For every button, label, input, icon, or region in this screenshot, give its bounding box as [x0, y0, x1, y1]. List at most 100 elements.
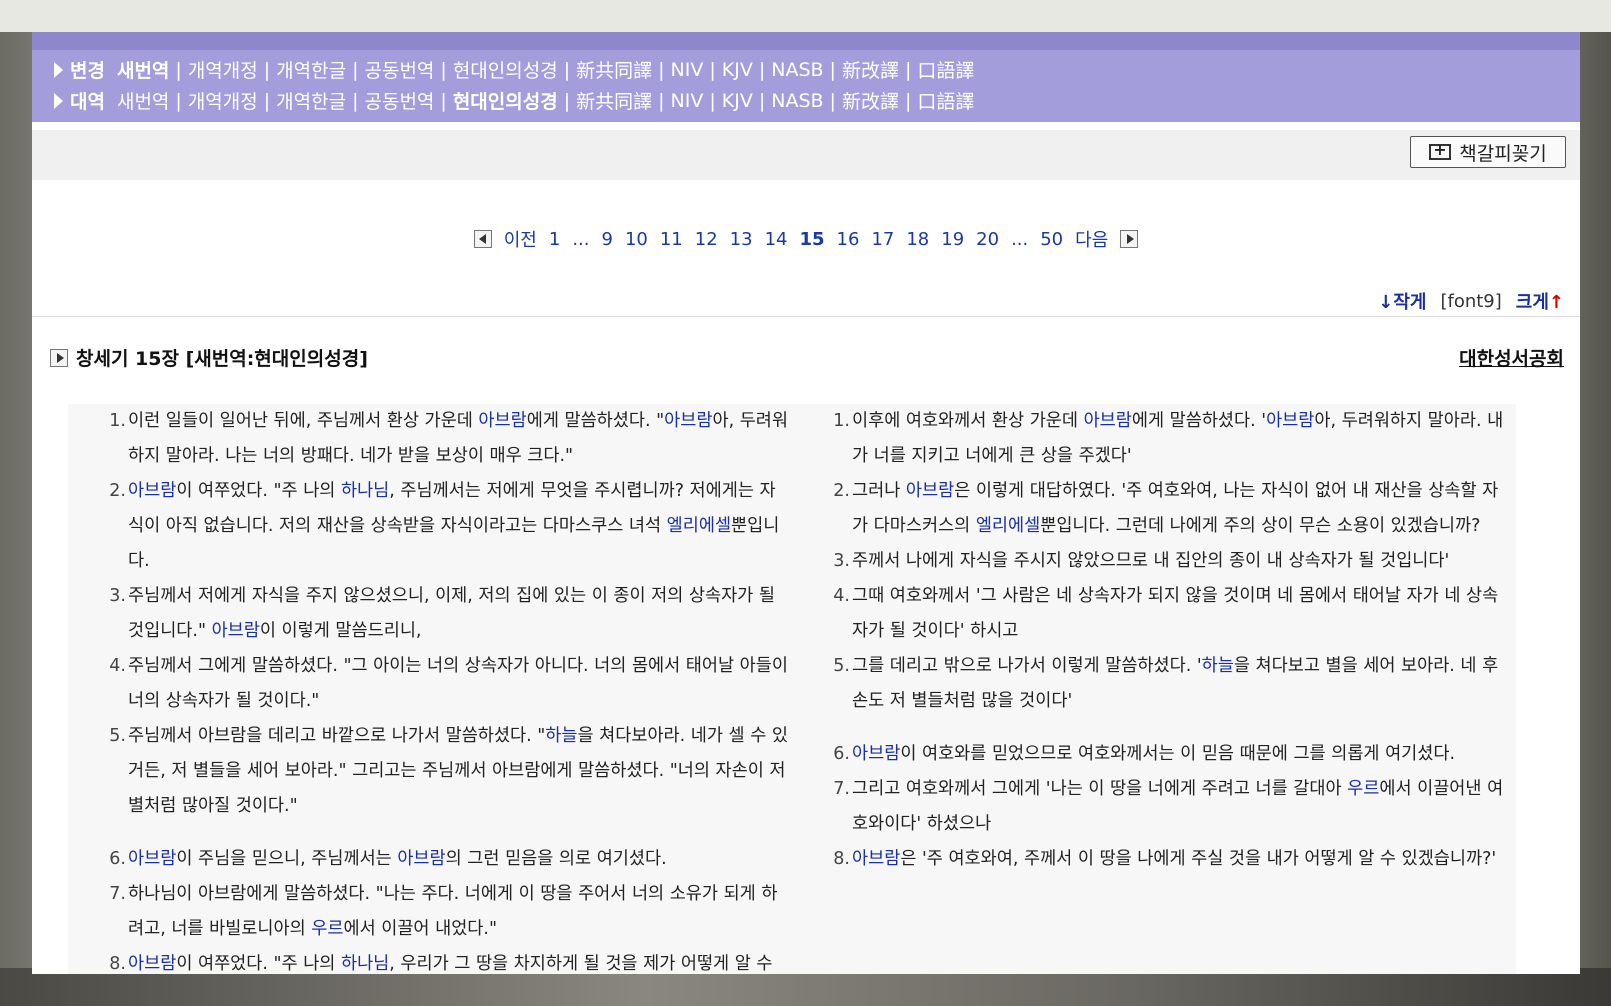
verse-text: 주님께서 그에게 말씀하셨다. "그 아이는 너의 상속자가 아니다. 너의 몸…: [126, 649, 792, 719]
name-link[interactable]: 하늘: [545, 726, 577, 746]
name-link[interactable]: 아브람: [664, 411, 712, 431]
nav-separator: |: [658, 58, 665, 81]
version-link[interactable]: NIV: [671, 59, 704, 81]
verse-text-segment: , 우리가 그 땅을 차지하게 될 것을 제가 어떻게 알 수: [389, 954, 773, 974]
version-link[interactable]: NASB: [771, 90, 823, 112]
page-link[interactable]: 12: [695, 229, 718, 250]
version-link[interactable]: 개역개정: [188, 87, 258, 114]
version-link[interactable]: 新改譯: [842, 87, 899, 114]
version-link[interactable]: 개역개정: [188, 56, 258, 83]
nav-separator: |: [263, 58, 271, 81]
verse: 7. 그리고 여호와께서 그에게 '나는 이 땅을 너에게 주려고 너를 갈대아 …: [828, 772, 1516, 842]
verse-text-segment: 이 여쭈었다. "주 나의: [176, 954, 341, 974]
font-larger-link[interactable]: 크게↑: [1516, 288, 1564, 314]
bible-page: 변경 새번역 | 개역개정 | 개역한글 | 공동번역 | 현대인의성경 | 新共同譯 | NIV | KJ…: [32, 32, 1580, 974]
name-link[interactable]: 우르: [1347, 779, 1379, 799]
verse-text: 그를 데리고 밖으로 나가서 이렇게 말씀하셨다. '하늘을 쳐다보고 별을 세…: [850, 649, 1516, 719]
verse-number: 5.: [833, 656, 850, 676]
version-link[interactable]: 개역한글: [276, 87, 346, 114]
next-link[interactable]: 다음: [1075, 226, 1108, 252]
version-link[interactable]: KJV: [722, 59, 753, 81]
name-link[interactable]: 아브람: [1084, 411, 1132, 431]
name-link[interactable]: 아브람: [212, 621, 260, 641]
nav-separator: |: [658, 89, 665, 112]
version-link[interactable]: NIV: [671, 90, 704, 112]
name-link[interactable]: 아브람: [1266, 411, 1314, 431]
verse: 4. 주님께서 그에게 말씀하셨다. "그 아이는 너의 상속자가 아니다. 너의…: [104, 649, 792, 719]
page-link[interactable]: 11: [660, 229, 683, 250]
version-link[interactable]: 새번역: [117, 56, 169, 83]
font-smaller-label: 작게: [1393, 292, 1427, 313]
name-link[interactable]: 아브람: [852, 744, 900, 764]
verse-text-segment: 주님께서 아브람을 데리고 바깥으로 나가서 말씀하셨다. ": [128, 726, 546, 746]
font-smaller-link[interactable]: ↓작게: [1378, 288, 1426, 314]
nav-separator: |: [440, 89, 447, 112]
page-link[interactable]: 16: [837, 229, 860, 250]
verse: 8. 아브람이 여쭈었다. "주 나의 하나님, 우리가 그 땅을 차지하게 될 …: [104, 947, 792, 974]
next-arrow-icon[interactable]: [1120, 230, 1139, 248]
page-link[interactable]: 9: [601, 229, 612, 250]
verse: 8. 아브람은 '주 여호와여, 주께서 이 땅을 나에게 주실 것을 내가 어떻…: [828, 842, 1516, 877]
verse-text: 아브람이 여쭈었다. "주 나의 하나님, 주님께서는 저에게 무엇을 주시렵니…: [126, 474, 792, 579]
version-link[interactable]: 공동번역: [364, 56, 434, 83]
version-link[interactable]: 口語譯: [917, 56, 974, 83]
chapter-pagination: 이전 1... 9 10 11 12 13 14 15 16 17 18 19 20... 50 다음: [32, 226, 1580, 252]
nav-row-label: 대역: [70, 91, 105, 113]
version-link[interactable]: 개역한글: [276, 56, 346, 83]
nav-separator: |: [758, 89, 766, 112]
name-link[interactable]: 우르: [311, 919, 343, 939]
name-link[interactable]: 아브람: [906, 481, 954, 501]
name-link[interactable]: 하나님: [341, 481, 389, 501]
prev-link[interactable]: 이전: [504, 226, 537, 252]
page-link[interactable]: 15: [799, 229, 824, 250]
verse: 3. 주님께서 저에게 자식을 주지 않으셨으니, 이제, 저의 집에 있는 이 …: [104, 579, 792, 649]
publisher-link[interactable]: 대한성서공회: [1459, 344, 1564, 371]
name-link[interactable]: 하늘: [1202, 656, 1234, 676]
version-link[interactable]: 新改譯: [842, 56, 899, 83]
verse-number: 2.: [109, 481, 126, 501]
version-link[interactable]: 新共同譯: [576, 87, 652, 114]
version-link[interactable]: KJV: [722, 90, 753, 112]
verse-number: 7.: [109, 884, 126, 904]
version-link[interactable]: NASB: [771, 59, 823, 81]
name-link[interactable]: 아브람: [852, 849, 900, 869]
page-link[interactable]: 1: [549, 229, 560, 250]
page-link[interactable]: 18: [906, 229, 929, 250]
page-link[interactable]: 17: [871, 229, 894, 250]
verse-number: 2.: [833, 481, 850, 501]
version-link[interactable]: 공동번역: [364, 87, 434, 114]
version-link[interactable]: 현대인의성경: [453, 87, 558, 114]
page-link[interactable]: 50: [1040, 229, 1063, 250]
bookmark-button[interactable]: 책갈피꽂기: [1410, 136, 1566, 168]
verse-number: 3.: [833, 551, 850, 571]
triangle-right-icon: [54, 92, 63, 109]
nav-separator: |: [352, 89, 359, 112]
version-link[interactable]: 新共同譯: [576, 56, 652, 83]
version-link[interactable]: 口語譯: [917, 87, 974, 114]
verse-number: 8.: [109, 954, 126, 974]
verse-text-segment: 이후에 여호와께서 환상 가운데: [852, 411, 1084, 431]
prev-arrow-icon[interactable]: [473, 230, 492, 248]
page-link[interactable]: 19: [941, 229, 964, 250]
page-link[interactable]: 13: [730, 229, 753, 250]
name-link[interactable]: 엘리에셀: [976, 516, 1040, 536]
page-link[interactable]: 10: [625, 229, 648, 250]
version-link[interactable]: 새번역: [117, 87, 169, 114]
verse-text-segment: 은 '주 여호와여, 주께서 이 땅을 나에게 주실 것을 내가 어떻게 알 수…: [900, 849, 1497, 869]
page-link[interactable]: 14: [765, 229, 788, 250]
nav-separator: |: [175, 58, 182, 81]
window-backdrop-top: [0, 0, 1611, 32]
version-link[interactable]: 현대인의성경: [453, 56, 558, 83]
name-link[interactable]: 아브람: [128, 954, 176, 974]
page-link[interactable]: 20: [976, 229, 999, 250]
bookmark-button-label: 책갈피꽂기: [1459, 142, 1547, 165]
name-link[interactable]: 아브람: [478, 411, 526, 431]
name-link[interactable]: 아브람: [128, 849, 176, 869]
verse: 2. 그러나 아브람은 이렇게 대답하였다. '주 여호와여, 나는 자식이 없어…: [828, 474, 1516, 544]
verse-number: 8.: [833, 849, 850, 869]
name-link[interactable]: 엘리에셀: [667, 516, 731, 536]
name-link[interactable]: 아브람: [128, 481, 176, 501]
name-link[interactable]: 아브람: [397, 849, 445, 869]
name-link[interactable]: 하나님: [341, 954, 389, 974]
triangle-right-icon: [50, 348, 68, 367]
